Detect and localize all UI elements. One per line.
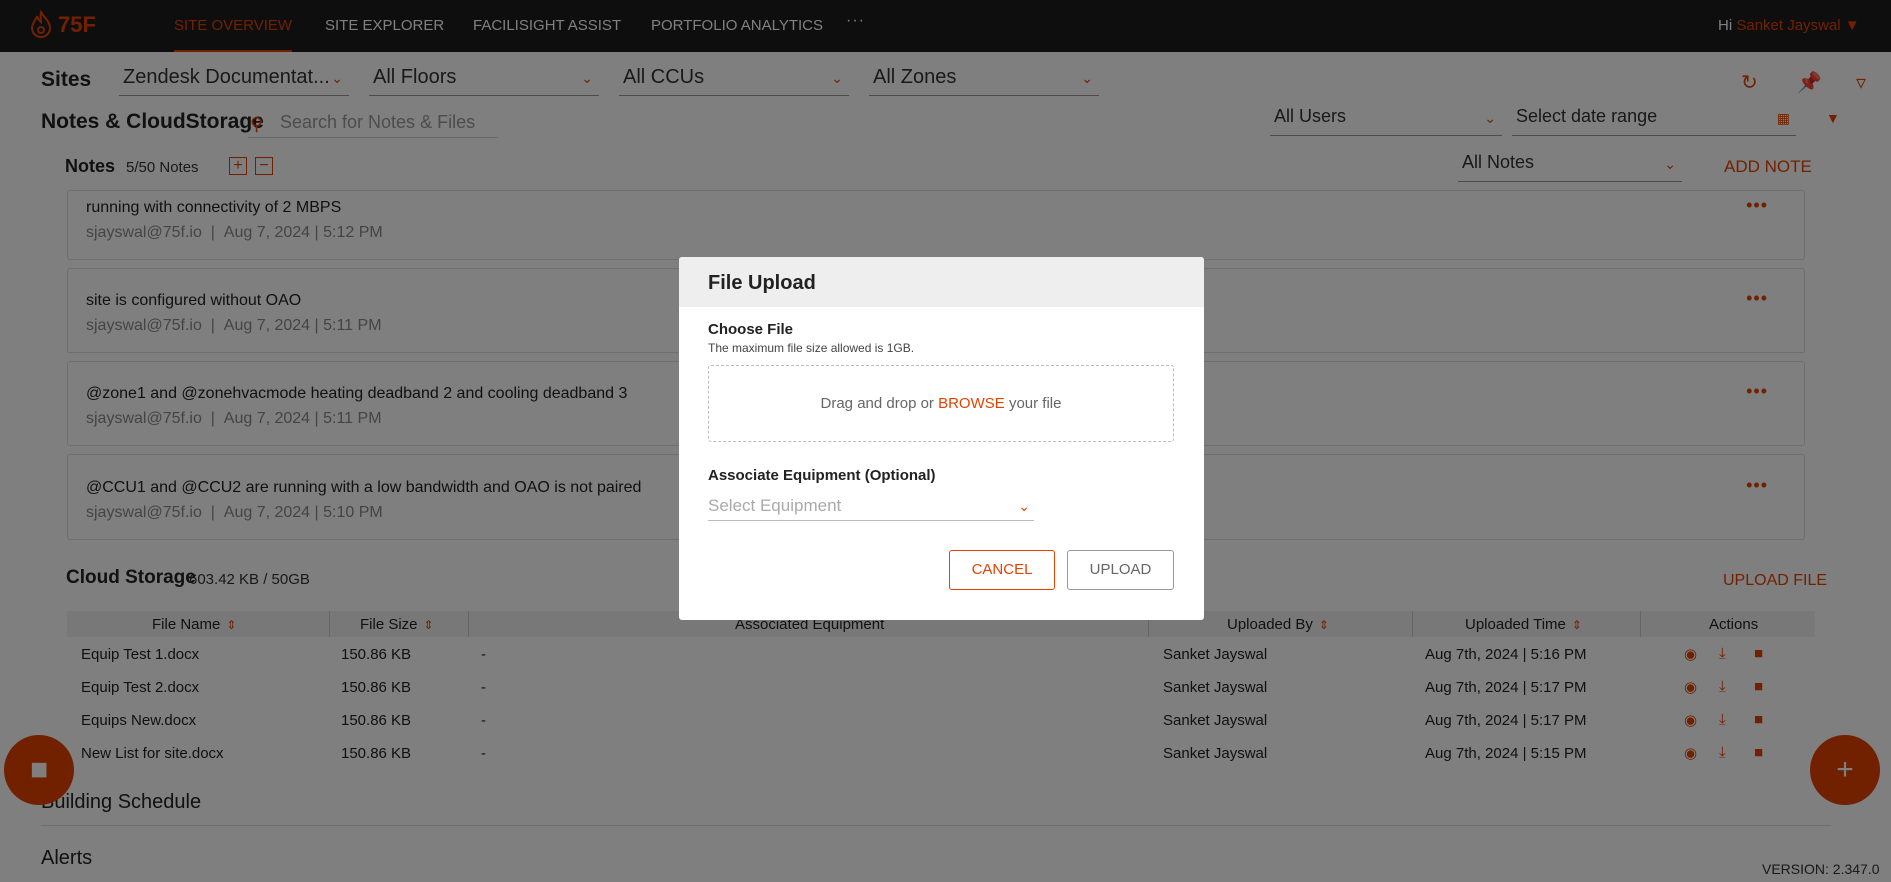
equipment-label: Associate Equipment (Optional): [708, 467, 936, 484]
file-size-hint: The maximum file size allowed is 1GB.: [708, 341, 915, 355]
file-upload-dialog: File Upload Choose File The maximum file…: [679, 257, 1204, 620]
cancel-button[interactable]: CANCEL: [949, 550, 1055, 590]
dropzone-text-end: your file: [1008, 395, 1062, 412]
chevron-down-icon: ⌄: [1018, 498, 1030, 514]
dialog-title: File Upload: [679, 257, 1204, 307]
choose-file-label: Choose File: [708, 321, 794, 338]
dropzone-text: Drag and drop or: [820, 395, 934, 412]
browse-link[interactable]: BROWSE: [938, 395, 1005, 412]
file-dropzone[interactable]: Drag and drop or BROWSE your file: [708, 365, 1174, 442]
equipment-select[interactable]: Select Equipment ⌄: [708, 493, 1034, 521]
equipment-placeholder: Select Equipment: [708, 496, 842, 515]
upload-button[interactable]: UPLOAD: [1067, 550, 1174, 590]
